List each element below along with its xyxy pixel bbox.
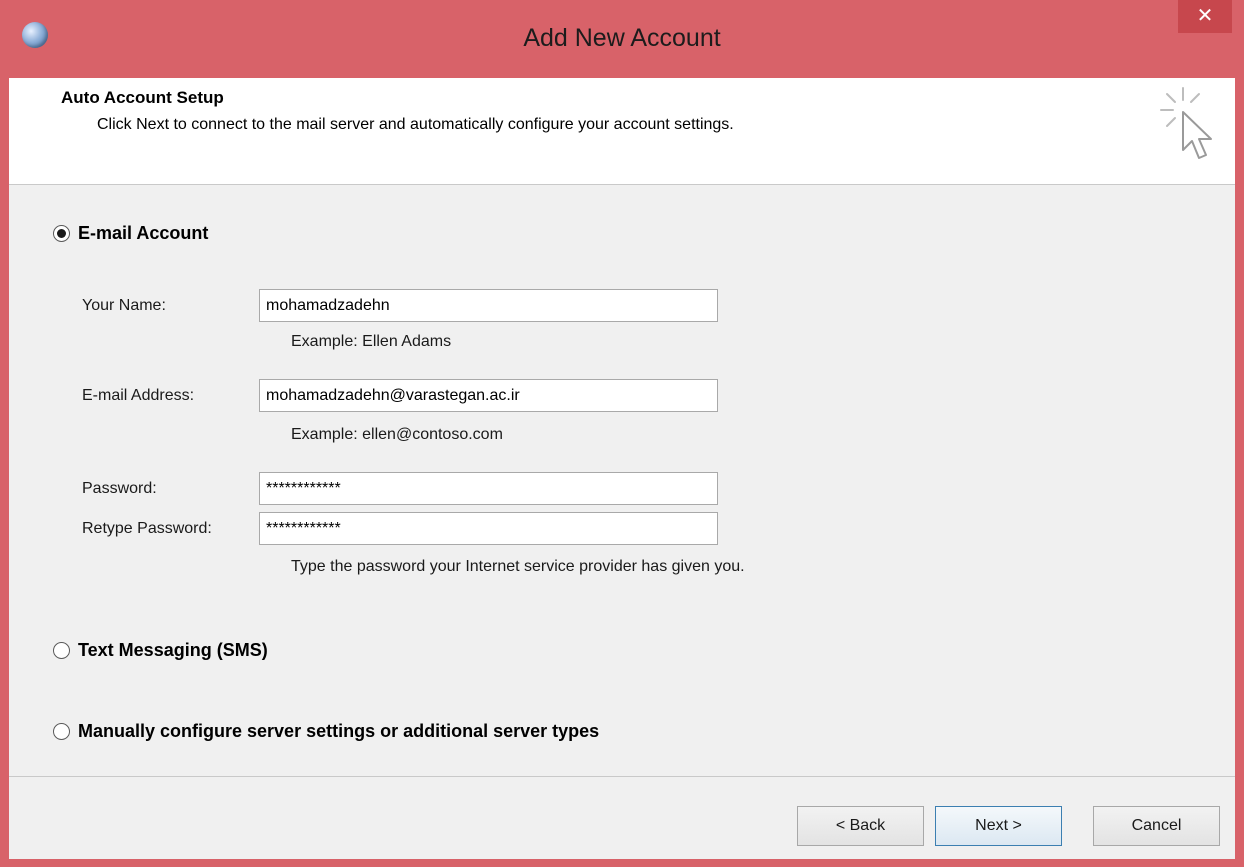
next-button[interactable]: Next > [935, 806, 1062, 846]
email-address-example: Example: ellen@contoso.com [291, 426, 503, 443]
text-messaging-radio-dot[interactable] [53, 642, 70, 659]
back-button[interactable]: < Back [797, 806, 924, 846]
manual-config-radio-dot[interactable] [53, 723, 70, 740]
email-account-radio-dot[interactable] [53, 225, 70, 242]
dialog-body: Auto Account Setup Click Next to connect… [9, 78, 1235, 859]
header-subtitle: Click Next to connect to the mail server… [97, 116, 734, 133]
your-name-label: Your Name: [82, 297, 166, 314]
email-address-input[interactable] [259, 379, 718, 412]
your-name-input[interactable] [259, 289, 718, 322]
manual-config-radio[interactable]: Manually configure server settings or ad… [53, 721, 599, 742]
close-button[interactable]: ✕ [1178, 0, 1232, 33]
retype-password-input[interactable] [259, 512, 718, 545]
add-account-window: Add New Account ✕ Auto Account Setup Cli… [0, 0, 1244, 867]
manual-config-label: Manually configure server settings or ad… [78, 721, 600, 741]
footer-divider [9, 776, 1235, 777]
password-input[interactable] [259, 472, 718, 505]
header-title: Auto Account Setup [61, 88, 224, 107]
wizard-cursor-icon [1160, 87, 1212, 159]
email-account-radio[interactable]: E-mail Account [53, 223, 208, 244]
password-hint: Type the password your Internet service … [291, 558, 745, 575]
cancel-button[interactable]: Cancel [1093, 806, 1220, 846]
window-title: Add New Account [523, 24, 721, 52]
email-address-label: E-mail Address: [82, 387, 195, 404]
header-band: Auto Account Setup Click Next to connect… [9, 78, 1235, 185]
retype-password-label: Retype Password: [82, 520, 212, 537]
email-account-label: E-mail Account [78, 223, 209, 243]
text-messaging-label: Text Messaging (SMS) [78, 640, 268, 660]
title-bar: Add New Account ✕ [0, 0, 1244, 78]
text-messaging-radio[interactable]: Text Messaging (SMS) [53, 640, 268, 661]
password-label: Password: [82, 480, 157, 497]
your-name-example: Example: Ellen Adams [291, 333, 452, 350]
